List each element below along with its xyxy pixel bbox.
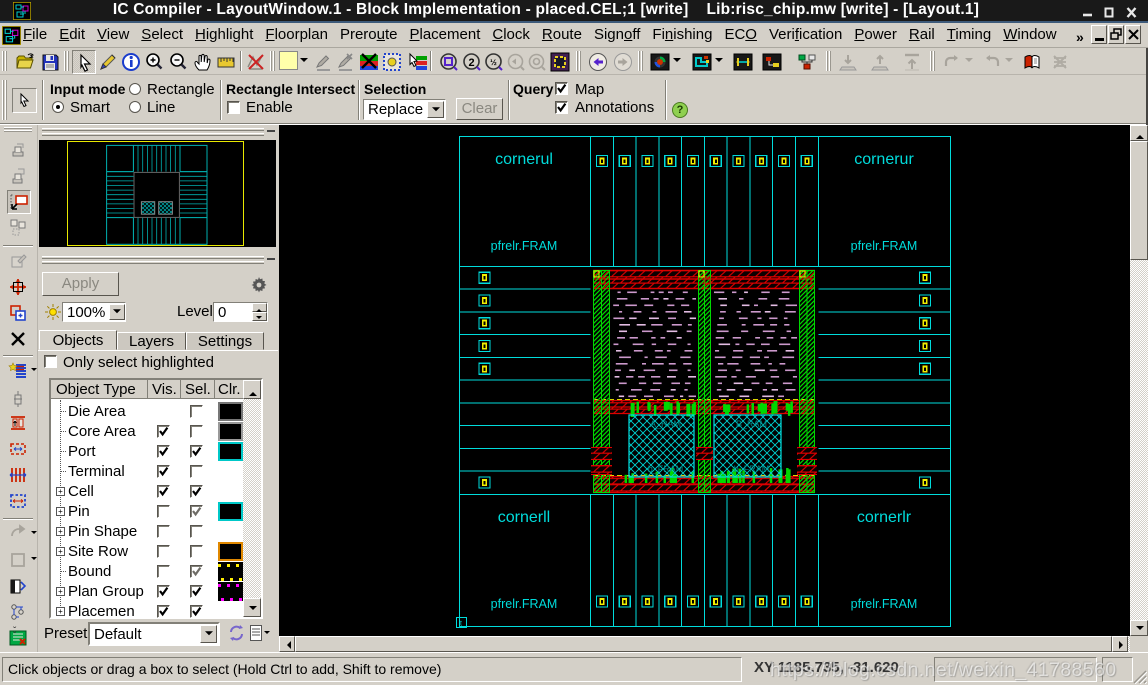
svg-text:cornerur: cornerur <box>854 151 914 168</box>
svg-text:½: ½ <box>490 58 497 67</box>
svg-text:cornerul: cornerul <box>495 151 553 168</box>
svg-text:b_FRAM: b_FRAM <box>734 464 770 474</box>
svg-text:pfrelr.FRAM: pfrelr.FRAM <box>491 597 558 611</box>
svg-text:2: 2 <box>468 57 474 69</box>
svg-text:pfrelr.FRAM: pfrelr.FRAM <box>851 239 918 253</box>
svg-text:A_RAM: A_RAM <box>650 419 681 429</box>
svg-text:b_FRAM: b_FRAM <box>648 464 684 474</box>
svg-text:pfrelr.FRAM: pfrelr.FRAM <box>851 597 918 611</box>
svg-text:cornerll: cornerll <box>498 509 550 526</box>
svg-text:pfrelr.FRAM: pfrelr.FRAM <box>491 239 558 253</box>
svg-text:cornerlr: cornerlr <box>857 509 912 526</box>
svg-text:t: t <box>460 621 462 628</box>
svg-text:B_RAM: B_RAM <box>736 419 767 429</box>
